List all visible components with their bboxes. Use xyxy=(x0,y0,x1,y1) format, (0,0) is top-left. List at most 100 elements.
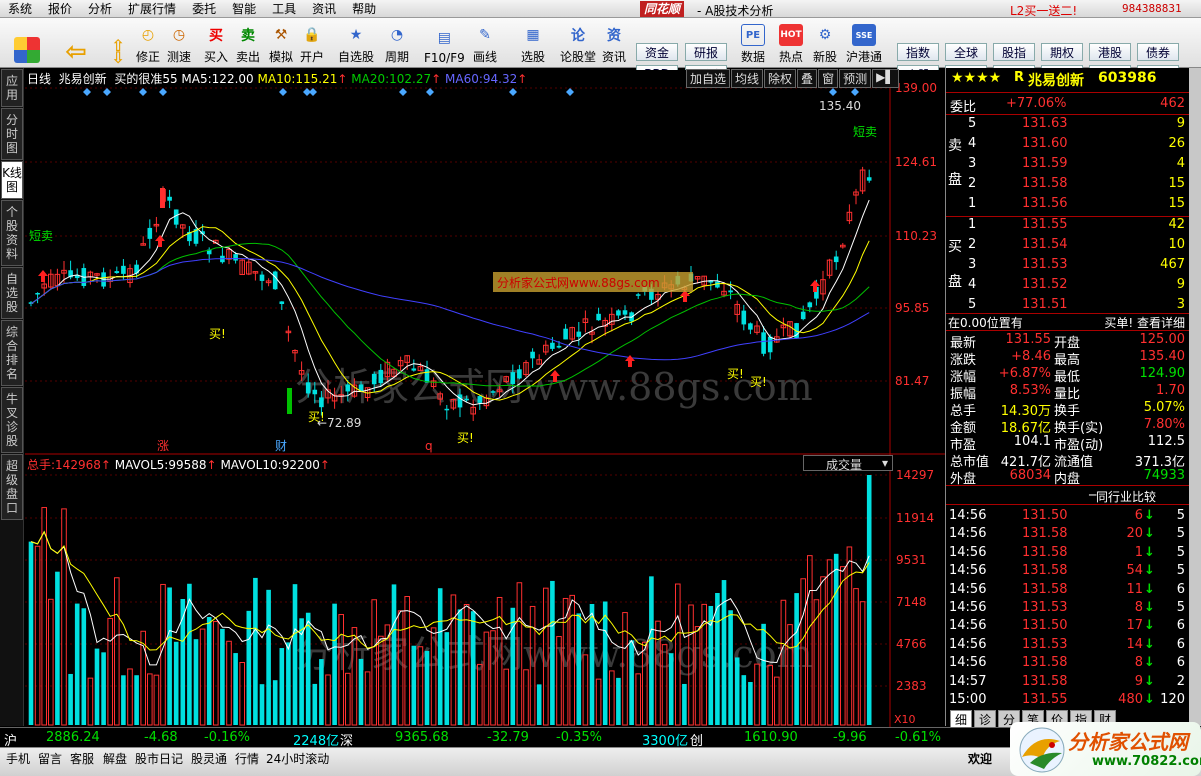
candle-down xyxy=(464,398,469,401)
speed-label: 测速 xyxy=(167,50,192,64)
task-diary[interactable]: 股市日记 xyxy=(135,750,183,767)
overlay-button[interactable]: 叠 xyxy=(797,69,818,88)
fix-button[interactable]: ◴ 修正 xyxy=(136,21,160,65)
volume-bar-down xyxy=(629,640,634,725)
open-account-button[interactable]: 🔒 开户 xyxy=(300,21,324,65)
nav-ranking[interactable]: 综合排名 xyxy=(1,320,23,386)
task-guling[interactable]: 股灵通 xyxy=(191,750,227,767)
volume-bar-down xyxy=(794,593,799,725)
simulate-button[interactable]: ⚒ 模拟 xyxy=(269,21,293,65)
signal-label: 短卖 xyxy=(29,229,53,243)
scrollbar[interactable] xyxy=(1189,68,1201,726)
market-index-futures[interactable]: 股指 xyxy=(993,43,1035,61)
down-arrow-icon: ↓ xyxy=(1144,692,1155,707)
period-button[interactable]: ◔ 周期 xyxy=(385,21,409,65)
hk-connect-button[interactable]: SSE 沪港通 xyxy=(846,21,882,65)
nav-super-order[interactable]: 超级盘口 xyxy=(1,454,23,520)
data-button[interactable]: PE 数据 xyxy=(741,21,765,65)
ask-price: 131.56 xyxy=(1022,196,1068,211)
menu-system[interactable]: 系统 xyxy=(0,0,40,17)
menu-help[interactable]: 帮助 xyxy=(344,0,384,17)
report-button[interactable]: 研报 xyxy=(685,43,727,61)
select-stock-button[interactable]: ▦ 选股 xyxy=(521,21,545,65)
volume-chart[interactable]: 14297119149531714847662383X10分析家公式网www.8… xyxy=(25,455,945,727)
bid-price: 131.54 xyxy=(1022,237,1068,252)
menu-ext-quote[interactable]: 扩展行情 xyxy=(120,0,184,17)
toolbar: ⇦ ⇧ ⇩ ◴ 修正 ◷ 测速 买买入 卖卖出 ⚒ 模拟 🔒 开户 ★ 自选股 ◔ 周期 ▤ F… xyxy=(0,18,1201,83)
lock-icon: 🔒 xyxy=(303,27,321,43)
nav-diagnosis[interactable]: 牛叉诊股 xyxy=(1,387,23,453)
news-button[interactable]: 资资讯 xyxy=(602,21,626,65)
up-down-button[interactable]: ⇧ ⇩ xyxy=(106,21,130,66)
task-quotes[interactable]: 行情 xyxy=(235,750,259,767)
volume-y-tick: 11914 xyxy=(896,511,934,525)
ipo-button[interactable]: ⚙ 新股 xyxy=(813,21,837,65)
volume-bar-down xyxy=(266,589,271,725)
candle-down xyxy=(378,369,384,384)
nav-watchlist[interactable]: 自选股 xyxy=(1,267,23,319)
add-watch-button[interactable]: 加自选 xyxy=(686,69,731,88)
market-bonds[interactable]: 债券 xyxy=(1137,43,1179,61)
forecast-tool-button[interactable]: 预测 xyxy=(839,69,872,88)
task-service[interactable]: 客服 xyxy=(70,750,94,767)
buy-button[interactable]: 买买入 xyxy=(204,21,228,65)
indicator-dropdown[interactable]: 成交量 ▾ xyxy=(803,455,893,472)
draw-label: 画线 xyxy=(473,50,498,64)
task-analysis[interactable]: 解盘 xyxy=(103,750,127,767)
left-nav: 应用 分时图 K线图 个股资料 自选股 综合排名 牛叉诊股 超级盘口 xyxy=(0,68,24,726)
candle-down xyxy=(121,265,126,274)
tick-time: 14:56 xyxy=(949,581,987,597)
layout-button[interactable] xyxy=(14,21,40,65)
market-hk[interactable]: 港股 xyxy=(1089,43,1131,61)
expand-button[interactable]: ▶▌ xyxy=(872,69,899,88)
promo-link[interactable]: L2买一送二! xyxy=(1010,2,1077,19)
volume-bar-down xyxy=(734,657,740,725)
candle-down xyxy=(622,310,628,315)
tick-price: 131.58 xyxy=(1022,544,1068,560)
watchlist-button[interactable]: ★ 自选股 xyxy=(338,21,374,65)
menu-tools[interactable]: 工具 xyxy=(264,0,304,17)
task-mobile[interactable]: 手机 xyxy=(6,750,30,767)
volume-bar-down xyxy=(728,610,733,725)
window-button[interactable]: 窗 xyxy=(818,69,839,88)
market-index[interactable]: 指数 xyxy=(897,43,939,61)
menu-quote[interactable]: 报价 xyxy=(40,0,80,17)
nav-timeshare[interactable]: 分时图 xyxy=(1,108,23,160)
exright-button[interactable]: 除权 xyxy=(764,69,797,88)
volume-bar-down xyxy=(220,628,225,725)
chart-indicator: 买的很准55 xyxy=(114,72,178,86)
forum-label: 论股堂 xyxy=(560,50,597,64)
menu-smart[interactable]: 智能 xyxy=(224,0,264,17)
ma10-value: 115.21 xyxy=(295,72,338,86)
hot-button[interactable]: HOT 热点 xyxy=(779,21,803,65)
tick-price: 131.55 xyxy=(1022,692,1068,707)
ma-button[interactable]: 均线 xyxy=(731,69,764,88)
nav-apps[interactable]: 应用 xyxy=(1,69,23,107)
sell-button[interactable]: 卖卖出 xyxy=(236,21,260,65)
forum-button[interactable]: 论论股堂 xyxy=(560,21,596,65)
event-mark: 财 xyxy=(275,439,287,453)
back-button[interactable]: ⇦ xyxy=(64,21,88,67)
nav-stock-info[interactable]: 个股资料 xyxy=(1,200,23,266)
kline-chart[interactable]: 139.00 124.61 110.23 95.85 81.47 分析家公式网www.88… xyxy=(25,70,945,455)
market-options[interactable]: 期权 xyxy=(1041,43,1083,61)
menu-analysis[interactable]: 分析 xyxy=(80,0,120,17)
fund-button[interactable]: 资金 xyxy=(636,43,678,61)
stock-name: 兆易创新 xyxy=(1028,73,1084,89)
candle-down xyxy=(530,351,535,359)
view-detail-link[interactable]: 买单! 查看详细 xyxy=(1104,314,1185,331)
menu-news[interactable]: 资讯 xyxy=(304,0,344,17)
draw-button[interactable]: ✎ 画线 xyxy=(473,21,497,65)
f10-button[interactable]: ▤ F10/F9 xyxy=(424,21,465,65)
bid-volume: 10 xyxy=(1168,237,1185,252)
volume-bar-down xyxy=(286,642,291,725)
speed-button[interactable]: ◷ 测速 xyxy=(167,21,191,65)
task-news-scroll[interactable]: 24小时滚动 xyxy=(266,750,329,767)
market-global[interactable]: 全球 xyxy=(945,43,987,61)
select-stock-label: 选股 xyxy=(521,50,546,64)
task-message[interactable]: 留言 xyxy=(38,750,62,767)
candle-down xyxy=(800,311,806,320)
menu-trade[interactable]: 委托 xyxy=(184,0,224,17)
nav-kline[interactable]: K线图 xyxy=(1,161,23,199)
tick-volume: 8 xyxy=(1134,600,1143,615)
